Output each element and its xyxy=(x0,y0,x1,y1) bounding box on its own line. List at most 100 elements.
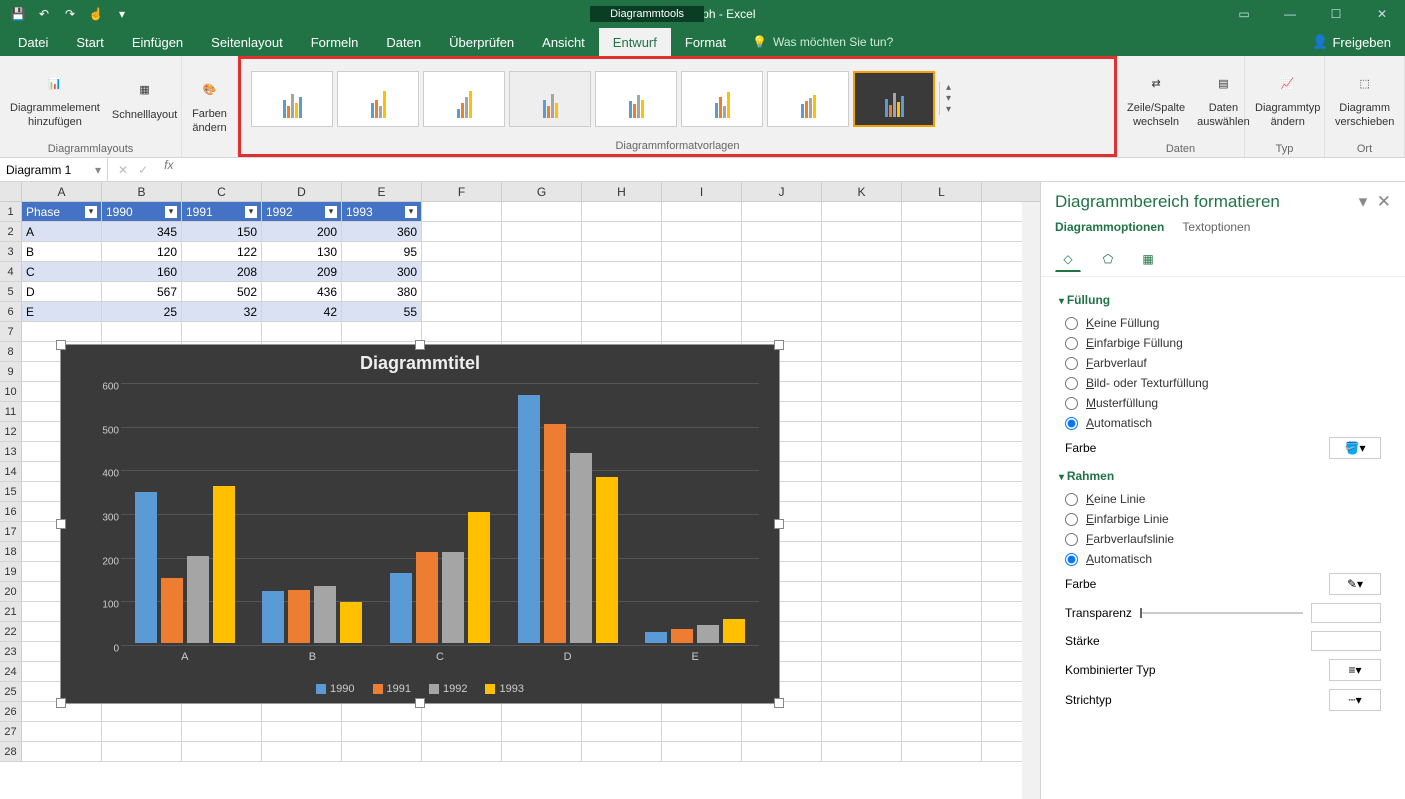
move-chart-button[interactable]: ⬚ Diagramm verschieben xyxy=(1331,66,1398,130)
row-header[interactable]: 26 xyxy=(0,702,22,721)
cell[interactable] xyxy=(342,702,422,721)
cell[interactable] xyxy=(742,222,822,241)
styles-more-icon[interactable]: ▾ xyxy=(940,104,957,115)
add-chart-element-button[interactable]: 📊 Diagrammelement hinzufügen xyxy=(6,66,104,130)
tab-format[interactable]: Format xyxy=(671,28,740,56)
change-chart-type-button[interactable]: 📈 Diagrammtyp ändern xyxy=(1251,66,1324,130)
cell[interactable] xyxy=(582,242,662,261)
filter-dropdown-icon[interactable]: ▾ xyxy=(165,206,177,218)
chart-bar[interactable] xyxy=(596,477,618,643)
cell[interactable] xyxy=(822,722,902,741)
cell[interactable] xyxy=(902,282,982,301)
transparency-input[interactable] xyxy=(1311,603,1381,623)
effects-tab-icon[interactable]: ⬠ xyxy=(1095,246,1121,272)
tab-start[interactable]: Start xyxy=(62,28,117,56)
cell[interactable] xyxy=(822,342,902,361)
taskpane-close-icon[interactable]: ✕ xyxy=(1377,192,1391,211)
cell[interactable] xyxy=(822,362,902,381)
border-radio[interactable] xyxy=(1065,493,1078,506)
cell[interactable] xyxy=(102,742,182,761)
cell[interactable] xyxy=(902,462,982,481)
border-option[interactable]: Keine Linie xyxy=(1059,489,1387,509)
filter-dropdown-icon[interactable]: ▾ xyxy=(245,206,257,218)
cell[interactable] xyxy=(902,302,982,321)
row-header[interactable]: 25 xyxy=(0,682,22,701)
taskpane-options-icon[interactable]: ▾ xyxy=(1359,192,1368,211)
cell[interactable] xyxy=(902,362,982,381)
fx-icon[interactable]: fx xyxy=(158,158,179,181)
cell[interactable] xyxy=(902,742,982,761)
cell[interactable] xyxy=(822,602,902,621)
row-header[interactable]: 24 xyxy=(0,662,22,681)
bar-group[interactable] xyxy=(631,619,759,643)
cell[interactable] xyxy=(902,342,982,361)
cell[interactable] xyxy=(422,722,502,741)
row-header[interactable]: 15 xyxy=(0,482,22,501)
cell[interactable] xyxy=(902,322,982,341)
cell[interactable]: 55 xyxy=(342,302,422,321)
cell[interactable] xyxy=(262,322,342,341)
chart-style-7[interactable] xyxy=(767,71,849,127)
cell[interactable] xyxy=(902,722,982,741)
border-radio[interactable] xyxy=(1065,533,1078,546)
cell[interactable] xyxy=(902,442,982,461)
cell[interactable] xyxy=(902,622,982,641)
chart-bar[interactable] xyxy=(697,625,719,643)
cell[interactable] xyxy=(662,742,742,761)
row-header[interactable]: 3 xyxy=(0,242,22,261)
legend-item[interactable]: 1992 xyxy=(429,683,467,695)
column-header-G[interactable]: G xyxy=(502,182,582,201)
fill-radio[interactable] xyxy=(1065,317,1078,330)
cell[interactable] xyxy=(902,702,982,721)
ribbon-options-icon[interactable]: ▭ xyxy=(1221,0,1267,28)
tab-formeln[interactable]: Formeln xyxy=(297,28,373,56)
cell[interactable] xyxy=(822,422,902,441)
cell[interactable] xyxy=(822,322,902,341)
cell[interactable] xyxy=(822,482,902,501)
border-radio[interactable] xyxy=(1065,513,1078,526)
cell[interactable] xyxy=(822,682,902,701)
cell[interactable] xyxy=(662,722,742,741)
cell[interactable] xyxy=(902,382,982,401)
column-header-I[interactable]: I xyxy=(662,182,742,201)
qat-dropdown-icon[interactable]: ▾ xyxy=(110,3,134,25)
cell[interactable]: 567 xyxy=(102,282,182,301)
cell[interactable] xyxy=(662,202,742,221)
resize-handle-ne[interactable] xyxy=(774,340,784,350)
cell[interactable] xyxy=(582,722,662,741)
cell[interactable] xyxy=(422,222,502,241)
filter-dropdown-icon[interactable]: ▾ xyxy=(85,206,97,218)
row-header[interactable]: 7 xyxy=(0,322,22,341)
cell[interactable] xyxy=(102,722,182,741)
cell[interactable] xyxy=(582,302,662,321)
legend-item[interactable]: 1993 xyxy=(485,683,523,695)
cell[interactable] xyxy=(742,262,822,281)
fill-line-tab-icon[interactable]: ◇ xyxy=(1055,246,1081,272)
cell[interactable]: 1992▾ xyxy=(262,202,342,221)
width-input[interactable] xyxy=(1311,631,1381,651)
cell[interactable]: 300 xyxy=(342,262,422,281)
cell[interactable] xyxy=(582,322,662,341)
cell[interactable]: 32 xyxy=(182,302,262,321)
cell[interactable] xyxy=(822,582,902,601)
cell[interactable] xyxy=(902,502,982,521)
vertical-scrollbar[interactable] xyxy=(1022,202,1040,799)
row-header[interactable]: 8 xyxy=(0,342,22,361)
formula-input[interactable] xyxy=(179,158,1405,181)
row-header[interactable]: 6 xyxy=(0,302,22,321)
tab-text-options[interactable]: Textoptionen xyxy=(1182,220,1250,234)
row-header[interactable]: 11 xyxy=(0,402,22,421)
cell[interactable]: 1993▾ xyxy=(342,202,422,221)
cell[interactable] xyxy=(422,742,502,761)
cell[interactable] xyxy=(662,322,742,341)
cell[interactable] xyxy=(502,722,582,741)
switch-row-col-button[interactable]: ⇄ Zeile/Spalte wechseln xyxy=(1123,66,1189,130)
resize-handle-nw[interactable] xyxy=(56,340,66,350)
fill-option[interactable]: Musterfüllung xyxy=(1059,393,1387,413)
chart-bar[interactable] xyxy=(161,578,183,644)
cell[interactable]: 380 xyxy=(342,282,422,301)
tab-ueberpruefen[interactable]: Überprüfen xyxy=(435,28,528,56)
cell[interactable]: Phase▾ xyxy=(22,202,102,221)
cell[interactable] xyxy=(902,562,982,581)
cell[interactable]: 200 xyxy=(262,222,342,241)
